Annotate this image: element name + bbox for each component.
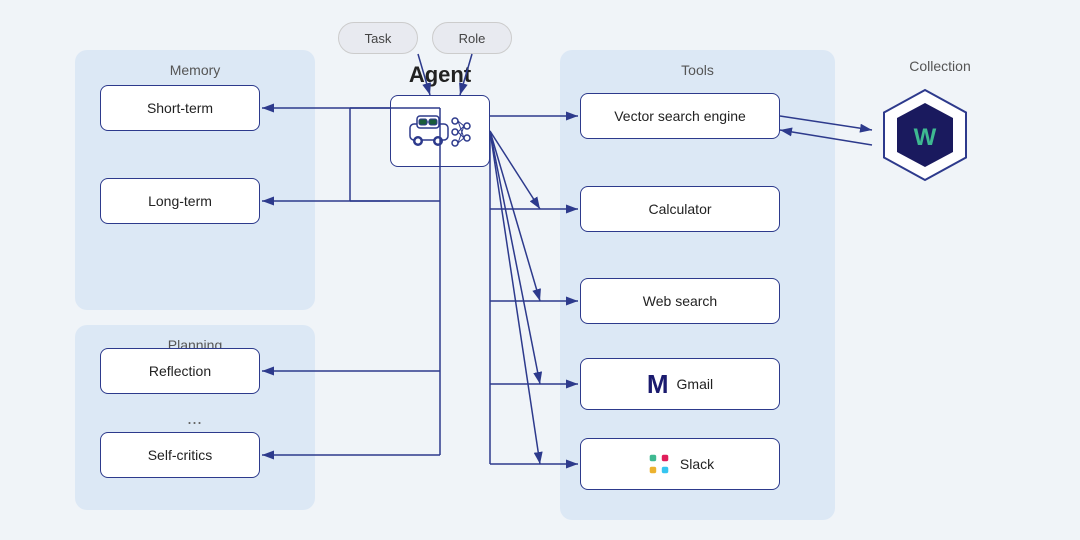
slack-icon bbox=[646, 451, 672, 477]
hexagon-svg: W bbox=[875, 85, 975, 185]
web-search-box: Web search bbox=[580, 278, 780, 324]
collection-hexagon: W bbox=[875, 85, 975, 185]
dots-label: ... bbox=[187, 408, 202, 429]
slack-label: Slack bbox=[680, 456, 714, 472]
collection-label: Collection bbox=[890, 58, 990, 74]
calculator-label: Calculator bbox=[648, 201, 711, 217]
self-critics-box: Self-critics bbox=[100, 432, 260, 478]
diagram-container: Memory Planning Tools Task Role Agent bbox=[0, 0, 1080, 540]
self-critics-label: Self-critics bbox=[148, 447, 213, 463]
slack-box: Slack bbox=[580, 438, 780, 490]
role-label: Role bbox=[459, 31, 486, 46]
web-search-label: Web search bbox=[643, 293, 717, 309]
task-pill[interactable]: Task bbox=[338, 22, 418, 54]
reflection-label: Reflection bbox=[149, 363, 211, 379]
agent-title: Agent bbox=[395, 62, 485, 88]
short-term-box: Short-term bbox=[100, 85, 260, 131]
vector-search-label: Vector search engine bbox=[614, 108, 746, 124]
task-label: Task bbox=[365, 31, 392, 46]
gmail-icon: M bbox=[647, 369, 669, 400]
reflection-box: Reflection bbox=[100, 348, 260, 394]
long-term-box: Long-term bbox=[100, 178, 260, 224]
tools-panel-label: Tools bbox=[681, 62, 714, 78]
agent-icon bbox=[405, 106, 475, 156]
gmail-label: Gmail bbox=[677, 376, 714, 392]
agent-box bbox=[390, 95, 490, 167]
vector-search-box: Vector search engine bbox=[580, 93, 780, 139]
gmail-box: M Gmail bbox=[580, 358, 780, 410]
short-term-label: Short-term bbox=[147, 100, 213, 116]
long-term-label: Long-term bbox=[148, 193, 212, 209]
svg-text:W: W bbox=[914, 124, 937, 151]
calculator-box: Calculator bbox=[580, 186, 780, 232]
role-pill[interactable]: Role bbox=[432, 22, 512, 54]
memory-panel-label: Memory bbox=[170, 62, 221, 78]
